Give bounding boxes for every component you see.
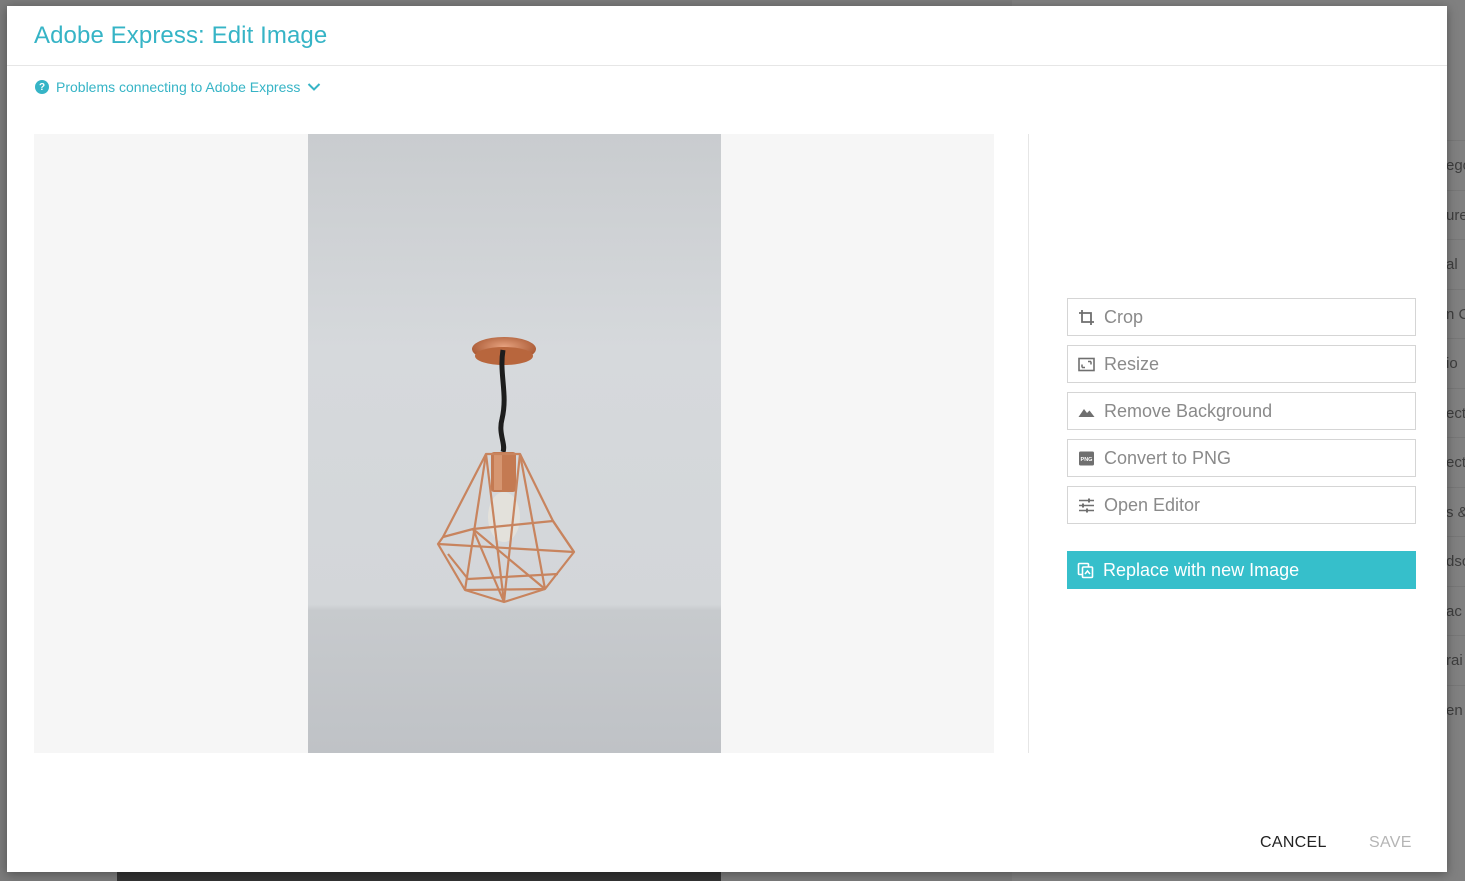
background-row: ure xyxy=(1446,189,1465,240)
mountain-icon xyxy=(1078,403,1095,420)
png-file-icon: PNG xyxy=(1078,450,1095,467)
background-row: dsc xyxy=(1446,536,1465,586)
remove-background-button[interactable]: Remove Background xyxy=(1067,392,1416,430)
sliders-icon xyxy=(1078,497,1095,514)
background-row: ect xyxy=(1446,437,1465,487)
preview-image xyxy=(308,134,721,753)
background-bottom-bar xyxy=(117,872,721,881)
background-row: io xyxy=(1446,338,1465,388)
dialog-title: Adobe Express: Edit Image xyxy=(34,21,328,49)
chevron-down-icon xyxy=(307,80,321,94)
resize-button[interactable]: Resize xyxy=(1067,345,1416,383)
background-row: ect xyxy=(1446,387,1465,438)
question-circle-icon: ? xyxy=(35,80,49,94)
svg-text:PNG: PNG xyxy=(1081,457,1093,463)
background-row: n C xyxy=(1446,288,1465,339)
panel-divider xyxy=(1028,134,1029,753)
replace-label: Replace with new Image xyxy=(1103,559,1300,580)
background-row: ego xyxy=(1446,140,1465,190)
convert-to-png-label: Convert to PNG xyxy=(1104,447,1232,468)
resize-icon xyxy=(1078,356,1095,373)
replace-image-icon xyxy=(1077,562,1094,579)
connection-help-link[interactable]: ? Problems connecting to Adobe Express xyxy=(35,79,321,95)
cancel-button[interactable]: CANCEL xyxy=(1260,834,1327,852)
background-row: rai xyxy=(1446,635,1465,685)
crop-icon xyxy=(1078,309,1095,326)
background-row: en xyxy=(1446,684,1465,735)
remove-background-label: Remove Background xyxy=(1104,400,1273,421)
resize-label: Resize xyxy=(1104,353,1160,374)
edit-image-dialog: Adobe Express: Edit Image ? Problems con… xyxy=(7,6,1447,872)
save-button[interactable]: SAVE xyxy=(1369,834,1412,852)
open-editor-label: Open Editor xyxy=(1104,494,1201,515)
background-row: al xyxy=(1446,239,1465,289)
background-row: s & xyxy=(1446,486,1465,537)
crop-button[interactable]: Crop xyxy=(1067,298,1416,336)
open-editor-button[interactable]: Open Editor xyxy=(1067,486,1416,524)
edit-tools-list: Crop Resize Remove Background PNG Conver… xyxy=(1067,298,1416,533)
help-link-label: Problems connecting to Adobe Express xyxy=(56,79,301,95)
replace-with-new-image-button[interactable]: Replace with new Image xyxy=(1067,551,1416,589)
crop-label: Crop xyxy=(1104,306,1144,327)
convert-to-png-button[interactable]: PNG Convert to PNG xyxy=(1067,439,1416,477)
image-preview xyxy=(34,134,994,753)
dialog-header: Adobe Express: Edit Image xyxy=(7,6,1447,66)
background-right-list: ego ure al n C io ect ect s & dsc ac rai… xyxy=(1446,140,1465,734)
background-row: ac xyxy=(1446,585,1465,636)
